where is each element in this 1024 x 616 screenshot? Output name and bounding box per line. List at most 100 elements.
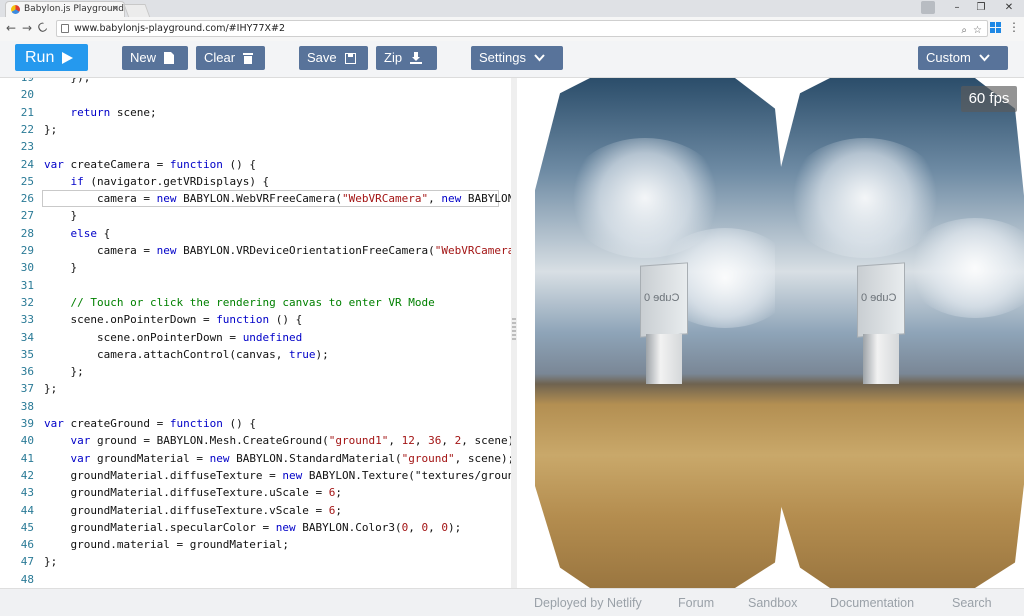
restore-button[interactable]: ❐ — [968, 0, 994, 16]
code-text: ground.material = groundMaterial; — [44, 538, 290, 552]
code-line[interactable]: 30 } — [0, 259, 511, 276]
line-number: 39 — [20, 417, 34, 430]
play-icon — [62, 51, 74, 64]
render-canvas[interactable]: Cube 0 Cube 0 — [517, 78, 1024, 588]
splitter-grip-icon[interactable] — [512, 318, 516, 340]
code-line[interactable]: 32 // Touch or click the rendering canva… — [0, 294, 511, 311]
new-button[interactable]: New — [122, 46, 188, 70]
code-line[interactable]: 20 — [0, 86, 511, 103]
windows-extension-icon[interactable] — [990, 22, 1001, 33]
line-number: 37 — [20, 382, 34, 396]
line-number: 29 — [20, 244, 34, 257]
code-line[interactable]: 22}; — [0, 121, 511, 138]
chevron-down-icon — [979, 54, 990, 62]
custom-dropdown[interactable]: Custom — [918, 46, 1008, 70]
line-number: 35 — [20, 347, 34, 361]
browser-tab-strip: Babylon.js Playground × – ❐ ✕ — [0, 0, 1024, 18]
code-text: } — [44, 209, 78, 223]
user-profile-icon[interactable] — [921, 1, 935, 14]
code-line[interactable]: 36 }; — [0, 363, 511, 380]
code-editor[interactable]: 19 });2021 return scene;22};2324var crea… — [0, 78, 511, 588]
code-text: camera = new BABYLON.WebVRFreeCamera("We… — [44, 192, 511, 206]
code-line[interactable]: 29 camera = new BABYLON.VRDeviceOrientat… — [0, 242, 511, 259]
code-line[interactable]: 28 else { — [0, 225, 511, 242]
browser-menu-icon[interactable]: ⋮ — [1008, 20, 1020, 34]
save-button[interactable]: Save — [299, 46, 368, 70]
line-number: 44 — [20, 503, 34, 517]
search-link[interactable]: Search — [952, 596, 992, 610]
line-number: 31 — [20, 278, 34, 292]
new-tab-button[interactable] — [123, 4, 151, 18]
page-info-icon[interactable] — [61, 24, 69, 33]
settings-dropdown[interactable]: Settings — [471, 46, 563, 70]
code-line[interactable]: 34 scene.onPointerDown = undefined — [0, 329, 511, 346]
line-number: 46 — [20, 538, 34, 552]
code-line[interactable]: 19 }); — [0, 78, 511, 86]
line-number: 24 — [20, 157, 34, 171]
code-text: }; — [44, 122, 58, 136]
code-line[interactable]: 39 var createGround = function () { — [0, 415, 511, 432]
code-line[interactable]: 42 groundMaterial.diffuseTexture = new B… — [0, 467, 511, 484]
cube-mesh: Cube 0 — [857, 262, 905, 384]
netlify-link[interactable]: Deployed by Netlify — [534, 596, 642, 610]
floppy-disk-icon — [344, 52, 356, 64]
line-number: 42 — [20, 468, 34, 482]
right-eye-view: Cube 0 — [775, 78, 1024, 588]
code-text: groundMaterial.diffuseTexture = new BABY… — [44, 468, 511, 482]
code-line[interactable]: 21 return scene; — [0, 104, 511, 121]
code-line[interactable]: 33 scene.onPointerDown = function () { — [0, 311, 511, 328]
code-line[interactable]: 44 groundMaterial.diffuseTexture.vScale … — [0, 502, 511, 519]
code-text: else { — [70, 226, 111, 240]
code-line[interactable]: 40 var ground = BABYLON.Mesh.CreateGroun… — [0, 432, 511, 449]
reload-button[interactable]: C — [35, 20, 49, 36]
code-line[interactable]: 27 } — [0, 207, 511, 224]
code-text: scene.onPointerDown = undefined — [44, 330, 303, 344]
code-line[interactable]: 46 ground.material = groundMaterial; — [0, 536, 511, 553]
code-line[interactable]: 45 groundMaterial.specularColor = new BA… — [0, 519, 511, 536]
code-line[interactable]: 48 — [0, 571, 511, 588]
code-text: }; — [44, 365, 84, 379]
tab-title: Babylon.js Playground — [24, 4, 124, 14]
zip-button-label: Zip — [384, 50, 403, 65]
minimize-button[interactable]: – — [944, 0, 970, 16]
babylon-favicon-icon — [11, 5, 20, 14]
code-line[interactable]: 43 groundMaterial.diffuseTexture.uScale … — [0, 484, 511, 501]
zoom-icon[interactable]: ⌕ — [961, 23, 967, 38]
back-button[interactable]: ← — [6, 21, 16, 35]
fps-counter: 60 fps — [961, 86, 1017, 112]
code-line[interactable]: 24 var createCamera = function () { — [0, 156, 511, 173]
bookmark-star-icon[interactable]: ☆ — [973, 23, 982, 38]
file-icon — [164, 52, 175, 64]
code-line[interactable]: 25 if (navigator.getVRDisplays) { — [0, 173, 511, 190]
zip-button[interactable]: Zip — [376, 46, 437, 70]
run-button-label: Run — [25, 49, 55, 66]
code-text: // Touch or click the rendering canvas t… — [44, 295, 435, 309]
clear-button[interactable]: Clear — [196, 46, 265, 70]
forum-link[interactable]: Forum — [678, 596, 714, 610]
close-tab-icon[interactable]: × — [111, 2, 119, 17]
forward-button[interactable]: → — [22, 21, 32, 35]
cube-mesh: Cube 0 — [640, 262, 688, 384]
code-line[interactable]: 38 — [0, 398, 511, 415]
url-input[interactable]: www.babylonjs-playground.com/#IHY77X#2 ⌕… — [56, 20, 988, 37]
close-window-button[interactable]: ✕ — [996, 0, 1022, 16]
run-button[interactable]: Run — [15, 44, 88, 71]
download-icon — [410, 52, 423, 64]
code-text: var ground = BABYLON.Mesh.CreateGround("… — [70, 434, 512, 448]
browser-tab[interactable]: Babylon.js Playground × — [5, 1, 125, 17]
code-line[interactable]: 41 var groundMaterial = new BABYLON.Stan… — [0, 450, 511, 467]
code-text: groundMaterial.diffuseTexture.uScale = 6… — [44, 486, 343, 500]
line-number: 28 — [20, 226, 34, 240]
code-line[interactable]: 31 — [0, 277, 511, 294]
line-number: 19 — [0, 78, 34, 86]
sandbox-link[interactable]: Sandbox — [748, 596, 797, 610]
code-line[interactable]: 26 camera = new BABYLON.WebVRFreeCamera(… — [0, 190, 511, 208]
code-line[interactable]: 47}; — [0, 553, 511, 570]
code-line[interactable]: 35 camera.attachControl(canvas, true); — [0, 346, 511, 363]
documentation-link[interactable]: Documentation — [830, 596, 914, 610]
line-number: 48 — [20, 572, 34, 586]
code-line[interactable]: 23 — [0, 138, 511, 155]
line-number: 30 — [20, 261, 34, 275]
code-line[interactable]: 37}; — [0, 380, 511, 397]
clear-button-label: Clear — [204, 50, 236, 65]
